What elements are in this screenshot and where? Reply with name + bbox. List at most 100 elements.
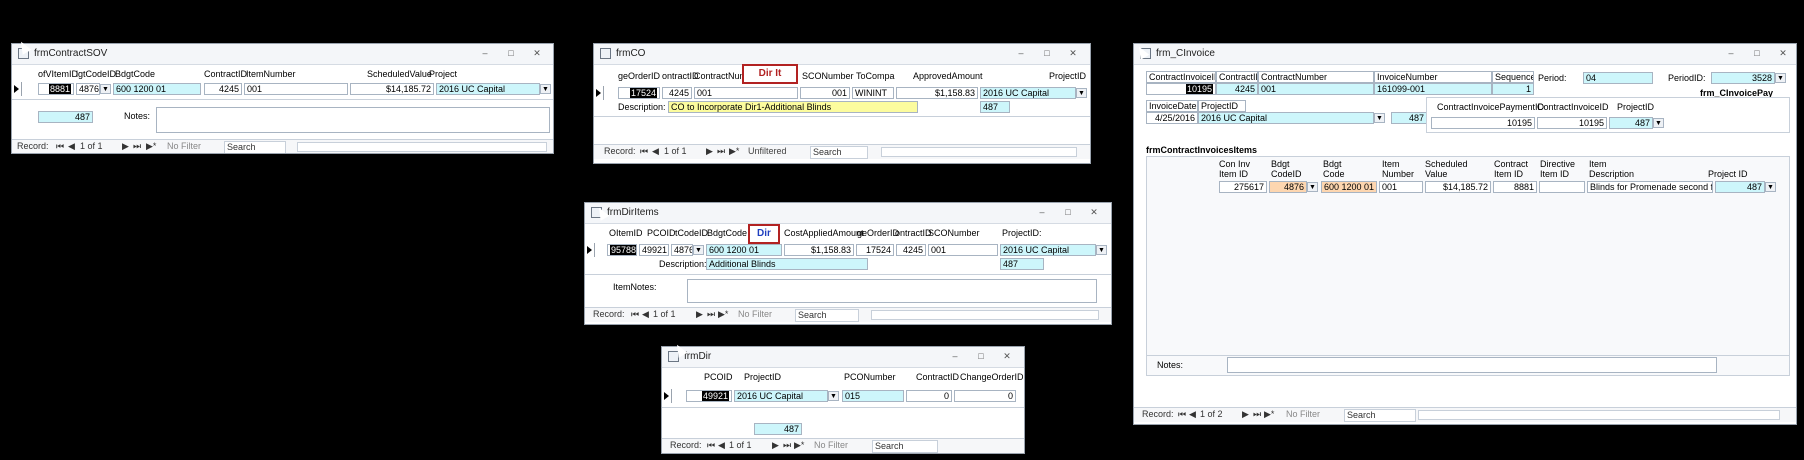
item-project-id-field[interactable]: 487	[1715, 181, 1765, 193]
new-record-icon[interactable]: ▶*	[729, 146, 739, 157]
project-id-field[interactable]: 487	[980, 101, 1010, 113]
sco-number-field[interactable]: 001	[800, 87, 850, 99]
horizontal-scrollbar[interactable]	[871, 310, 1099, 320]
horizontal-scrollbar[interactable]	[1418, 410, 1780, 420]
payment-id-field[interactable]: 10195	[1431, 117, 1535, 129]
item-id-field[interactable]: 95788	[607, 244, 637, 256]
chevron-down-icon[interactable]: ▼	[1096, 245, 1107, 255]
chevron-down-icon[interactable]: ▼	[1307, 182, 1318, 192]
last-record-icon[interactable]: ⏭	[133, 141, 141, 152]
prev-record-icon[interactable]: ◀	[652, 146, 659, 157]
last-record-icon[interactable]: ⏭	[707, 309, 715, 320]
project-field[interactable]: 2016 UC Capital	[734, 390, 828, 402]
next-record-icon[interactable]: ▶	[696, 309, 703, 320]
code-id-field[interactable]: 4876	[76, 83, 100, 95]
new-record-icon[interactable]: ▶*	[1264, 409, 1274, 420]
maximize-icon[interactable]: □	[974, 351, 988, 362]
directive-item-id-field[interactable]	[1539, 181, 1585, 193]
contract-id-field[interactable]: 4245	[204, 83, 242, 95]
close-icon[interactable]: ✕	[1066, 48, 1080, 59]
change-order-id-field[interactable]: 0	[954, 390, 1016, 402]
invoice-id-field[interactable]: 10195	[1146, 83, 1216, 95]
minimize-icon[interactable]: –	[1035, 207, 1049, 218]
code-id-field[interactable]: 4876	[671, 244, 693, 256]
project-field[interactable]: 2016 UC Capital	[1000, 244, 1096, 256]
filter-status[interactable]: Unfiltered	[748, 146, 787, 156]
last-record-icon[interactable]: ⏭	[783, 440, 791, 451]
order-id-field[interactable]: 17524	[618, 87, 660, 99]
last-record-icon[interactable]: ⏭	[1253, 409, 1261, 420]
notes-field[interactable]	[156, 107, 550, 133]
search-input[interactable]: Search	[795, 309, 859, 322]
contract-id-field[interactable]: 4245	[662, 87, 692, 99]
notes-field[interactable]	[1227, 357, 1717, 373]
close-icon[interactable]: ✕	[1000, 351, 1014, 362]
invoice-date-field[interactable]: 4/25/2016	[1146, 112, 1198, 124]
cost-applied-field[interactable]: $1,158.83	[784, 244, 854, 256]
prev-record-icon[interactable]: ◀	[68, 141, 75, 152]
sequence-field[interactable]: 1	[1492, 83, 1534, 95]
chevron-down-icon[interactable]: ▼	[540, 84, 551, 94]
new-record-icon[interactable]: ▶*	[794, 440, 804, 451]
contract-number-field[interactable]: 001	[1258, 83, 1374, 95]
project-id-field[interactable]: 487	[754, 423, 802, 435]
first-record-icon[interactable]: ⏮	[1178, 409, 1186, 420]
first-record-icon[interactable]: ⏮	[631, 309, 639, 320]
inv-item-id-field[interactable]: 275617	[1219, 181, 1267, 193]
pco-id-field[interactable]: 49921	[639, 244, 669, 256]
minimize-icon[interactable]: –	[478, 48, 492, 59]
filter-status[interactable]: No Filter	[814, 440, 848, 450]
chevron-down-icon[interactable]: ▼	[693, 245, 704, 255]
filter-status[interactable]: No Filter	[1286, 409, 1320, 419]
to-company-field[interactable]: WININT	[852, 87, 894, 99]
next-record-icon[interactable]: ▶	[1242, 409, 1249, 420]
contract-item-id-field[interactable]: 8881	[1493, 181, 1537, 193]
pay-project-id-field[interactable]: 487	[1609, 117, 1653, 129]
filter-status[interactable]: No Filter	[738, 309, 772, 319]
last-record-icon[interactable]: ⏭	[717, 146, 725, 157]
minimize-icon[interactable]: –	[948, 351, 962, 362]
period-id-field[interactable]: 3528	[1711, 72, 1775, 84]
approved-amount-field[interactable]: $1,158.83	[896, 87, 978, 99]
pco-id-field[interactable]: 49921	[686, 390, 732, 402]
maximize-icon[interactable]: □	[504, 48, 518, 59]
close-icon[interactable]: ✕	[1776, 48, 1790, 59]
maximize-icon[interactable]: □	[1061, 207, 1075, 218]
filter-status[interactable]: No Filter	[167, 141, 201, 151]
search-input[interactable]: Search	[1344, 409, 1416, 422]
record-selector[interactable]	[594, 86, 604, 100]
prev-record-icon[interactable]: ◀	[642, 309, 649, 320]
item-notes-field[interactable]	[687, 279, 1097, 303]
item-number-field[interactable]: 001	[1379, 181, 1423, 193]
minimize-icon[interactable]: –	[1724, 48, 1738, 59]
item-id-field[interactable]: 8881	[38, 83, 74, 95]
dir-button[interactable]: Dir	[748, 224, 780, 244]
search-input[interactable]: Search	[810, 146, 868, 159]
pco-number-field[interactable]: 015	[842, 390, 904, 402]
chevron-down-icon[interactable]: ▼	[1775, 73, 1786, 83]
bdgt-code-field[interactable]: 600 1200 01	[706, 244, 782, 256]
chevron-down-icon[interactable]: ▼	[828, 391, 839, 401]
description-field[interactable]: Additional Blinds	[706, 258, 868, 270]
invoice-number-field[interactable]: 161099-001	[1374, 83, 1492, 95]
minimize-icon[interactable]: –	[1014, 48, 1028, 59]
next-record-icon[interactable]: ▶	[772, 440, 779, 451]
contract-num-field[interactable]: 001	[694, 87, 798, 99]
next-record-icon[interactable]: ▶	[706, 146, 713, 157]
pay-invoice-id-field[interactable]: 10195	[1537, 117, 1607, 129]
bdgt-code-field[interactable]: 600 1200 01	[1321, 181, 1377, 193]
prev-record-icon[interactable]: ◀	[718, 440, 725, 451]
item-description-field[interactable]: Blinds for Promenade second floor	[1587, 181, 1713, 193]
record-selector[interactable]	[585, 243, 595, 257]
bdgt-code-field[interactable]: 600 1200 01	[113, 83, 201, 95]
dir-it-button[interactable]: Dir It	[742, 64, 798, 84]
search-input[interactable]: Search	[872, 440, 938, 453]
project-field[interactable]: 2016 UC Capital	[436, 83, 540, 95]
search-input[interactable]: Search	[224, 141, 286, 153]
close-icon[interactable]: ✕	[530, 48, 544, 59]
next-record-icon[interactable]: ▶	[122, 141, 129, 152]
contract-id-field[interactable]: 4245	[896, 244, 926, 256]
contract-id-field[interactable]: 4245	[1216, 83, 1258, 95]
horizontal-scrollbar[interactable]	[297, 142, 547, 152]
contract-id-field[interactable]: 0	[906, 390, 952, 402]
